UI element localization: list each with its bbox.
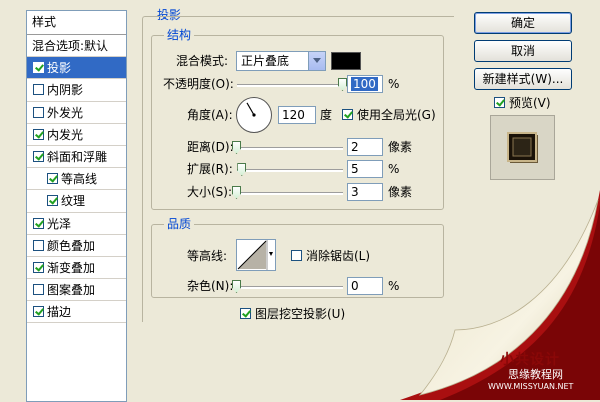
layer-style-dialog: 样式 混合选项:默认 投影 内阴影 外发光 内发光 斜面和浮雕 等高线 纹理 光泽 颜色叠加 渐变叠… bbox=[0, 0, 600, 402]
watermark-line2: WWW.MISSYUAN.NET bbox=[488, 382, 574, 391]
page-curl-graphic bbox=[400, 190, 600, 400]
watermark-line1: 思缘教程网 bbox=[508, 368, 563, 381]
watermark-logo: 小共设计 bbox=[500, 352, 560, 368]
